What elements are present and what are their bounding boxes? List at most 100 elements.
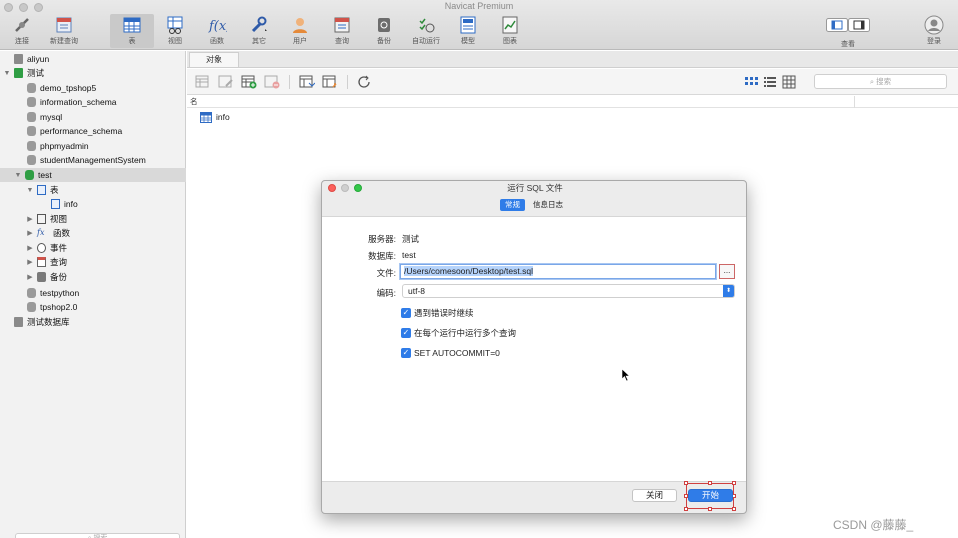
toolbar-login-button[interactable]: 登录: [912, 14, 956, 48]
dialog-title: 运行 SQL 文件: [507, 183, 563, 193]
svg-text:f(x): f(x): [208, 19, 227, 34]
toolbar-user-button[interactable]: 用户: [278, 14, 322, 48]
option-set-autocommit[interactable]: ✓ SET AUTOCOMMIT=0: [401, 348, 500, 358]
chevron-right-icon[interactable]: ▶: [26, 273, 34, 281]
toolbar-view-mode-group[interactable]: 查看: [815, 14, 881, 48]
encoding-label: 编码:: [376, 288, 396, 298]
tab-general[interactable]: 常规: [500, 199, 525, 211]
server-label: 服务器:: [368, 234, 396, 244]
checkbox-checked-icon[interactable]: ✓: [401, 308, 411, 318]
server-value: 测试: [402, 234, 420, 244]
new-query-icon: [56, 17, 72, 33]
sidebar-item-views[interactable]: ▶ 视图: [0, 212, 186, 226]
toolbar-model-button[interactable]: 模型: [446, 14, 490, 48]
sidebar-item-events[interactable]: ▶ 事件: [0, 241, 186, 255]
connection-icon: [14, 68, 23, 78]
sidebar-item-demo-tpshop5[interactable]: demo_tpshop5: [0, 81, 186, 95]
sidebar-item-queries[interactable]: ▶ 查询: [0, 255, 186, 269]
new-table-icon[interactable]: [241, 75, 257, 89]
table-icon: [37, 185, 46, 195]
query-icon: [37, 257, 46, 267]
chevron-right-icon[interactable]: ▶: [26, 215, 34, 223]
clock-icon: [37, 243, 46, 253]
connection-icon: [14, 54, 23, 64]
column-header-name[interactable]: 名: [190, 97, 198, 106]
delete-table-icon[interactable]: [264, 75, 280, 89]
sidebar-item-backups[interactable]: ▶ 备份: [0, 270, 186, 284]
database-icon: [25, 170, 34, 180]
sidebar-item-mysql[interactable]: mysql: [0, 110, 186, 124]
backup-icon: [378, 18, 390, 32]
chart-icon: [502, 16, 518, 34]
toolbar-backup-button[interactable]: 备份: [362, 14, 406, 48]
sidebar-item-test[interactable]: ▼ test: [0, 168, 186, 182]
database-icon: [27, 288, 36, 298]
sidebar-item-info[interactable]: info: [0, 197, 186, 211]
refresh-icon[interactable]: [357, 75, 373, 89]
export-icon[interactable]: [322, 75, 338, 89]
sidebar-search-input[interactable]: ⌕ 搜索: [15, 533, 180, 538]
column-divider: [854, 96, 855, 108]
database-icon: [27, 112, 36, 122]
chevron-down-icon[interactable]: ▼: [26, 187, 34, 194]
option-continue-on-error[interactable]: ✓ 遇到错误时继续: [401, 307, 474, 319]
close-button[interactable]: 关闭: [632, 489, 677, 502]
run-sql-file-dialog: 运行 SQL 文件 常规 信息日志 服务器: 测试 数据库: test 文件: …: [321, 180, 747, 514]
encoding-select[interactable]: utf-8 ⬍: [402, 284, 735, 298]
info-pane-toggle-icon[interactable]: [848, 18, 870, 32]
checkbox-checked-icon[interactable]: ✓: [401, 328, 411, 338]
model-icon: [460, 16, 476, 34]
tab-objects[interactable]: 对象: [189, 52, 239, 67]
toolbar-new-query-button[interactable]: 新建查询: [42, 14, 86, 48]
window-title: Navicat Premium: [444, 1, 514, 11]
detail-view-icon[interactable]: [781, 75, 797, 89]
backup-icon: [37, 272, 46, 282]
chevron-right-icon[interactable]: ▶: [26, 244, 34, 252]
grid-view-icon[interactable]: [743, 75, 759, 89]
sidebar-item-functions[interactable]: ▶ fx 函数: [0, 226, 186, 240]
chevron-right-icon[interactable]: ▶: [26, 258, 34, 266]
list-view-icon[interactable]: [762, 75, 778, 89]
design-table-icon[interactable]: [218, 75, 234, 89]
toolbar-auto-run-button[interactable]: 自动运行: [404, 14, 448, 48]
object-list-header: 名: [187, 96, 958, 108]
tab-message-log[interactable]: 信息日志: [528, 199, 568, 211]
toolbar-function-button[interactable]: f(x) 函数: [195, 14, 239, 48]
file-path-value: /Users/comesoon/Desktop/test.sql: [404, 266, 533, 276]
database-icon: [27, 83, 36, 93]
database-icon: [27, 302, 36, 312]
sidebar-item-tables[interactable]: ▼ 表: [0, 183, 186, 197]
chevron-down-icon[interactable]: ▼: [3, 70, 11, 77]
option-multiple-queries[interactable]: ✓ 在每个运行中运行多个查询: [401, 327, 516, 339]
sidebar-item-phpmyadmin[interactable]: phpmyadmin: [0, 139, 186, 153]
file-path-input[interactable]: /Users/comesoon/Desktop/test.sql: [400, 264, 716, 279]
sidebar-item-test-database[interactable]: 测试数据库: [0, 315, 186, 329]
toolbar-table-button[interactable]: 表: [110, 14, 154, 48]
toolbar-connect-button[interactable]: 连接: [0, 14, 44, 48]
sidebar-toggle-icon[interactable]: [826, 18, 848, 32]
sidebar-item-testpython[interactable]: testpython: [0, 286, 186, 300]
object-item-info[interactable]: info: [200, 111, 230, 123]
toolbar-divider: [289, 75, 290, 89]
sidebar-item-aliyun[interactable]: aliyun: [0, 52, 186, 66]
browse-file-button[interactable]: ...: [719, 264, 735, 279]
toolbar-view-button[interactable]: 视图: [153, 14, 197, 48]
chevron-right-icon[interactable]: ▶: [26, 229, 34, 237]
checkbox-checked-icon[interactable]: ✓: [401, 348, 411, 358]
object-tab-bar: 对象: [187, 51, 958, 68]
database-value: test: [402, 250, 416, 260]
sidebar-item-information-schema[interactable]: information_schema: [0, 95, 186, 109]
sidebar-item-tpshop2[interactable]: tpshop2.0: [0, 300, 186, 314]
sidebar-item-studentmanagementsystem[interactable]: studentManagementSystem: [0, 153, 186, 167]
object-search-input[interactable]: ⌕ 搜索: [814, 74, 947, 89]
toolbar-query-button[interactable]: 查询: [320, 14, 364, 48]
start-button[interactable]: 开始: [688, 489, 733, 502]
toolbar-chart-button[interactable]: 图表: [488, 14, 532, 48]
toolbar-other-button[interactable]: 其它: [237, 14, 281, 48]
sidebar-item-connection-test-cn[interactable]: ▼ 测试: [0, 66, 186, 80]
import-icon[interactable]: [299, 75, 315, 89]
chevron-down-icon[interactable]: ▼: [14, 172, 22, 179]
database-icon: [27, 141, 36, 151]
sidebar-item-performance-schema[interactable]: performance_schema: [0, 124, 186, 138]
open-table-icon[interactable]: [195, 75, 211, 89]
